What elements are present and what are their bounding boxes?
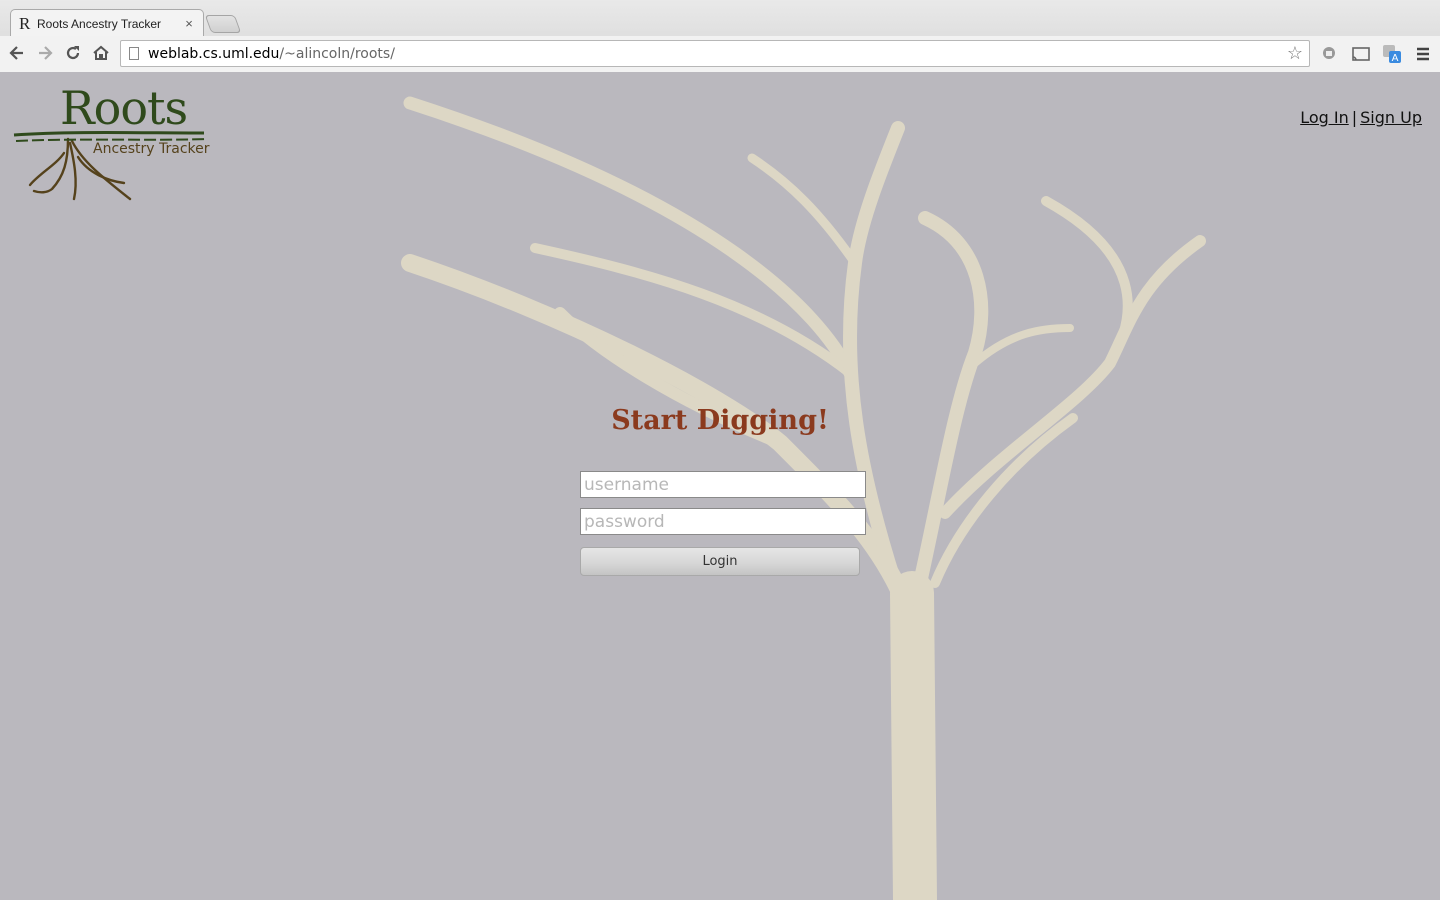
extension-icon[interactable] [1318,43,1340,65]
username-input[interactable] [580,471,866,498]
home-icon[interactable] [90,42,112,64]
auth-links: Log In | Sign Up [1300,108,1422,127]
reload-icon[interactable] [62,42,84,64]
translate-icon[interactable]: A [1381,43,1403,65]
close-tab-icon[interactable]: × [183,16,195,31]
url-path: /~alincoln/roots/ [279,45,395,62]
signup-link[interactable]: Sign Up [1360,108,1422,127]
tab-strip: R Roots Ancestry Tracker × [0,0,1440,37]
forward-icon[interactable] [34,42,56,64]
login-button[interactable]: Login [580,547,860,576]
form-heading: Start Digging! [611,405,829,436]
svg-text:A: A [1392,53,1399,64]
favicon-icon: R [19,13,31,33]
menu-icon[interactable] [1412,43,1434,65]
cast-icon[interactable] [1350,43,1372,65]
roots-logo[interactable]: Roots Ancestry Tracker [12,81,212,205]
browser-chrome: R Roots Ancestry Tracker × weblab.cs.uml… [0,0,1440,72]
new-tab-button[interactable] [204,15,242,33]
tab-title: Roots Ancestry Tracker [37,16,162,31]
login-link[interactable]: Log In [1300,108,1349,127]
browser-tab[interactable]: R Roots Ancestry Tracker × [10,9,204,37]
browser-toolbar: weblab.cs.uml.edu/~alincoln/roots/ ☆ A [0,36,1440,72]
url-host: weblab.cs.uml.edu [148,45,280,62]
url-text: weblab.cs.uml.edu/~alincoln/roots/ [148,46,395,62]
password-input[interactable] [580,508,866,535]
back-icon[interactable] [6,42,28,64]
address-bar[interactable]: weblab.cs.uml.edu/~alincoln/roots/ ☆ [120,40,1310,67]
logo-subtitle: Ancestry Tracker [93,141,210,157]
page: Roots Ancestry Tracker Log In | Sign Up St… [0,73,1440,900]
star-icon[interactable]: ☆ [1287,43,1303,64]
page-icon [129,47,139,60]
logo-title: Roots [60,81,188,135]
link-separator: | [1351,108,1358,127]
